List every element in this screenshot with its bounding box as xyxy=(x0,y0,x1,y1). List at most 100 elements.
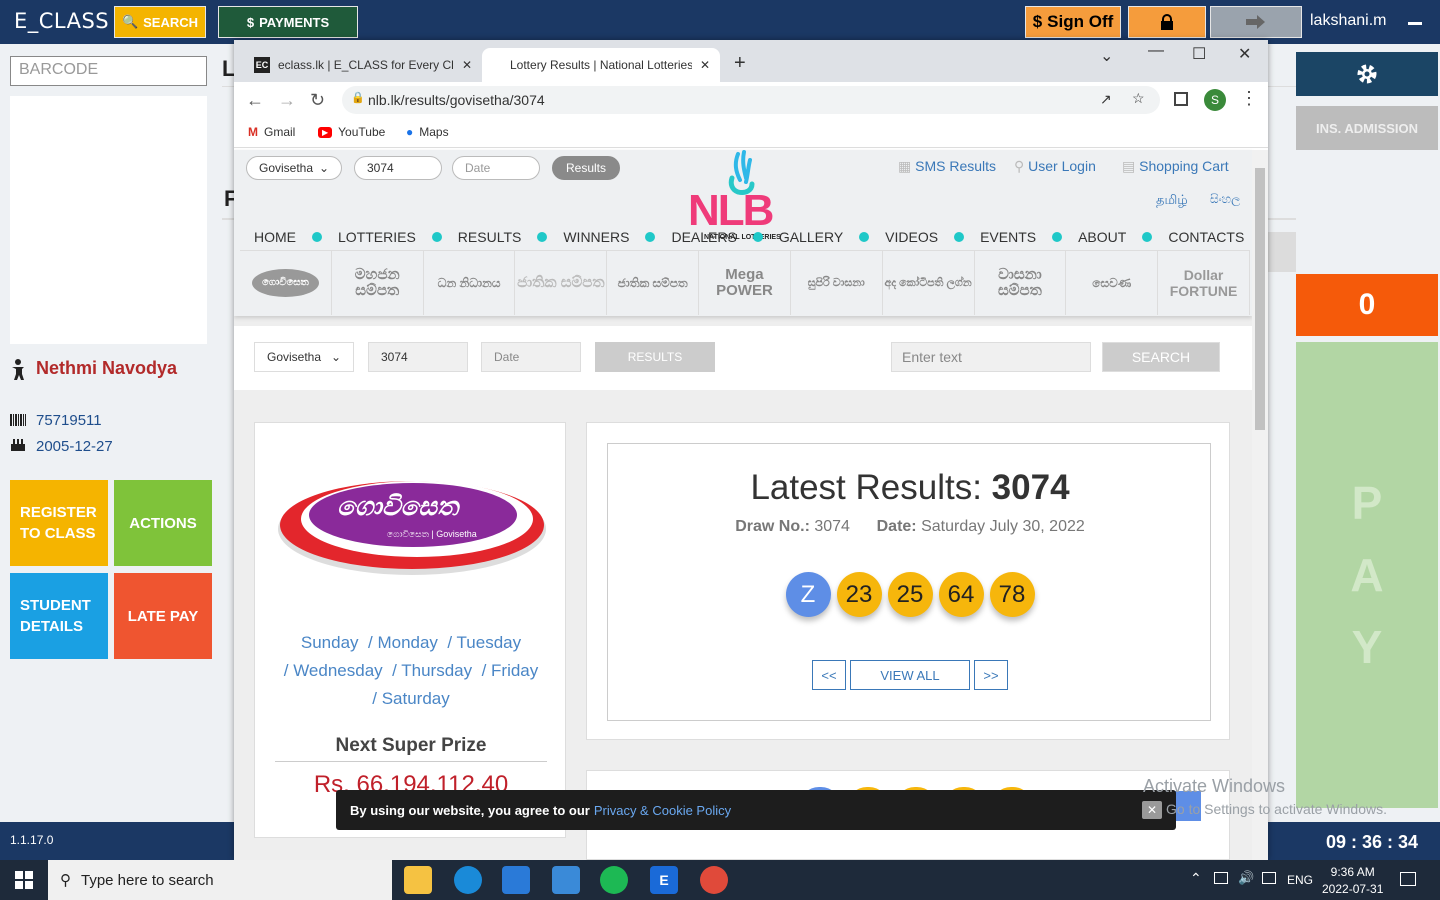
tray-security-icon[interactable] xyxy=(1214,872,1228,884)
day-link[interactable]: Wednesday xyxy=(293,661,382,680)
day-link[interactable]: Monday xyxy=(377,633,437,652)
reload-icon[interactable]: ↻ xyxy=(310,90,325,111)
day-link[interactable]: Tuesday xyxy=(457,633,522,652)
close-tab-icon[interactable]: ✕ xyxy=(700,58,710,72)
start-button[interactable] xyxy=(0,860,48,900)
nav-lotteries[interactable]: LOTTERIES xyxy=(338,229,416,245)
shopping-cart-link[interactable]: ▤ Shopping Cart xyxy=(1122,158,1229,175)
lottery-logo-jathika-sampatha-2[interactable]: ජාතික සම්පත xyxy=(607,251,700,315)
privacy-policy-link[interactable]: Privacy & Cookie Policy xyxy=(594,803,731,818)
search-submit-button[interactable]: SEARCH xyxy=(1102,342,1220,372)
header-lottery-select[interactable]: Govisetha ⌄ xyxy=(246,156,342,180)
tab-eclass[interactable]: EC eclass.lk | E_CLASS for Every Class ✕ xyxy=(244,48,482,82)
nav-videos[interactable]: VIDEOS xyxy=(885,229,938,245)
lottery-logo-supiri-vasana[interactable]: සුපිරි වාසනා xyxy=(791,251,883,315)
close-icon[interactable]: ✕ xyxy=(1142,801,1162,819)
lottery-select[interactable]: Govisetha ⌄ xyxy=(254,342,354,372)
bookmark-gmail[interactable]: M Gmail xyxy=(248,125,295,139)
maximize-window-icon[interactable]: ☐ xyxy=(1192,44,1206,64)
next-button[interactable]: >> xyxy=(974,660,1008,690)
day-link[interactable]: Friday xyxy=(491,661,538,680)
side-panel-icon[interactable] xyxy=(1174,92,1188,106)
new-tab-icon[interactable]: + xyxy=(734,52,746,75)
minimize-window-icon[interactable]: — xyxy=(1148,42,1164,60)
close-window-icon[interactable]: ✕ xyxy=(1238,44,1251,64)
nav-home[interactable]: HOME xyxy=(254,229,296,245)
mail-icon[interactable] xyxy=(552,866,580,894)
ins-admission-button[interactable]: INS. ADMISSION xyxy=(1296,106,1438,150)
header-results-button[interactable]: Results xyxy=(552,156,620,180)
eclass-app-icon[interactable]: E xyxy=(650,866,678,894)
logout-button[interactable] xyxy=(1210,6,1302,38)
edge-icon[interactable] xyxy=(454,866,482,894)
previous-button[interactable]: << xyxy=(812,660,846,690)
notifications-icon[interactable] xyxy=(1400,872,1416,886)
tab-lottery-results[interactable]: Lottery Results | National Lotteries ✕ xyxy=(482,48,720,82)
forward-icon[interactable]: → xyxy=(278,90,296,111)
bookmark-maps[interactable]: ● Maps xyxy=(406,125,449,139)
language-tamil-link[interactable]: தமிழ் xyxy=(1156,192,1188,209)
nav-events[interactable]: EVENTS xyxy=(980,229,1036,245)
day-link[interactable]: Thursday xyxy=(401,661,472,680)
payments-button[interactable]: $ PAYMENTS xyxy=(218,6,358,38)
student-details-button[interactable]: STUDENT DETAILS xyxy=(10,573,108,659)
bookmark-star-icon[interactable]: ☆ xyxy=(1132,90,1145,107)
nav-about[interactable]: ABOUT xyxy=(1078,229,1126,245)
actions-button[interactable]: ACTIONS xyxy=(114,480,212,566)
close-tab-icon[interactable]: ✕ xyxy=(462,58,472,72)
sms-results-link[interactable]: ▦ SMS Results xyxy=(898,158,996,175)
lottery-logo-govisetha[interactable]: ගොවිසෙත xyxy=(240,251,332,315)
tray-clock[interactable]: 9:36 AM 2022-07-31 xyxy=(1322,864,1383,898)
tab-search-icon[interactable]: ⌄ xyxy=(1100,46,1113,66)
results-button[interactable]: RESULTS xyxy=(595,342,715,372)
browser-menu-icon[interactable]: ⋮ xyxy=(1240,88,1258,109)
view-all-button[interactable]: VIEW ALL xyxy=(850,660,970,690)
lottery-logo-sevana[interactable]: සෙවණ xyxy=(1066,251,1159,315)
lock-button[interactable] xyxy=(1128,6,1206,38)
minimize-icon[interactable] xyxy=(1406,14,1424,32)
lottery-logo-jathika-sampatha[interactable]: ජාතික සම්පත xyxy=(515,251,608,315)
share-icon[interactable]: ↗ xyxy=(1100,91,1112,108)
lottery-logo-mega-power[interactable]: Mega POWER xyxy=(699,251,791,315)
lottery-logo-dhana-nidhanaya[interactable]: ධන නිධානය xyxy=(424,251,516,315)
url-input[interactable]: 🔒 nlb.lk/results/govisetha/3074 ↗ ☆ xyxy=(342,86,1160,114)
chrome-icon[interactable] xyxy=(700,866,728,894)
volume-icon[interactable]: 🔊 xyxy=(1238,870,1254,886)
day-link[interactable]: Sunday xyxy=(301,633,359,652)
late-pay-button[interactable]: LATE PAY xyxy=(114,573,212,659)
profile-avatar[interactable]: S xyxy=(1204,89,1226,111)
nav-results[interactable]: RESULTS xyxy=(458,229,522,245)
search-button[interactable]: 🔍 SEARCH xyxy=(114,6,206,38)
draw-number-input[interactable]: 3074 xyxy=(368,342,468,372)
search-text-input[interactable]: Enter text xyxy=(891,342,1091,372)
register-to-class-button[interactable]: REGISTER TO CLASS xyxy=(10,480,108,566)
nav-winners[interactable]: WINNERS xyxy=(563,229,629,245)
lottery-logo-ada-kotipathi[interactable]: අද කෝටිපති ලග්න xyxy=(883,251,975,315)
file-explorer-icon[interactable] xyxy=(404,866,432,894)
header-date-input[interactable]: Date xyxy=(452,156,540,180)
tray-chevron-icon[interactable]: ⌃ xyxy=(1190,870,1202,887)
spotify-icon[interactable] xyxy=(600,866,628,894)
settings-button[interactable] xyxy=(1296,52,1438,96)
lottery-logo-dollar-fortune[interactable]: Dollar FORTUNE xyxy=(1158,251,1250,315)
bookmark-youtube[interactable]: ▶ YouTube xyxy=(318,125,385,139)
nav-gallery[interactable]: GALLERY xyxy=(779,229,843,245)
store-icon[interactable] xyxy=(502,866,530,894)
day-link[interactable]: Saturday xyxy=(382,689,450,708)
nav-dealers[interactable]: DEALERS xyxy=(671,229,736,245)
user-login-link[interactable]: ⚲ User Login xyxy=(1014,158,1096,175)
taskbar-search[interactable]: ⚲ Type here to search xyxy=(48,860,392,900)
network-icon[interactable] xyxy=(1262,872,1276,884)
scrollbar-thumb[interactable] xyxy=(1255,168,1265,430)
date-input[interactable]: Date xyxy=(481,342,581,372)
back-icon[interactable]: ← xyxy=(246,90,264,111)
language-indicator[interactable]: ENG xyxy=(1287,873,1313,887)
sign-off-button[interactable]: $ Sign Off xyxy=(1025,6,1121,38)
nav-contacts[interactable]: CONTACTS xyxy=(1168,229,1244,245)
lottery-logo-mahajana-sampatha[interactable]: මහජන සම්පත xyxy=(332,251,424,315)
barcode-input[interactable]: BARCODE xyxy=(10,56,207,86)
pay-button[interactable]: P A Y xyxy=(1296,342,1438,808)
language-sinhala-link[interactable]: සිංහල xyxy=(1210,192,1240,207)
header-draw-input[interactable]: 3074 xyxy=(354,156,442,180)
lottery-logo-vasana-sampatha[interactable]: වාසනා සම්පත xyxy=(975,251,1067,315)
